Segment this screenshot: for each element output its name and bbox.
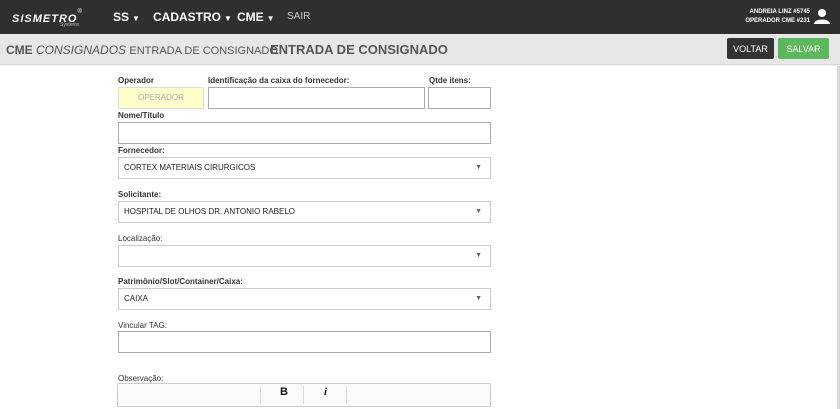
nome-titulo-input[interactable] bbox=[118, 122, 491, 144]
page-title: ENTRADA DE CONSIGNADO bbox=[270, 42, 448, 57]
sismetro-logo[interactable]: SISMETRO® Systems bbox=[12, 9, 82, 28]
patrimonio-label: Patrimônio/Slot/Container/Caixa: bbox=[118, 277, 243, 286]
bold-button[interactable]: B bbox=[280, 386, 288, 398]
nav-menu-cadastro[interactable]: CADASTRO ▼ bbox=[153, 10, 232, 24]
localizacao-label: Localização: bbox=[118, 234, 163, 243]
solicitante-selected-value: HOSPITAL DE OLHOS DR. ANTONIO RABELO bbox=[124, 207, 296, 216]
operador-label: Operador bbox=[118, 76, 155, 85]
caixa-fornecedor-input[interactable] bbox=[208, 87, 425, 109]
user-info[interactable]: ANDREIA LINZ #5745 OPERADOR CME #231 bbox=[745, 8, 810, 26]
italic-button[interactable]: i bbox=[324, 386, 327, 398]
fornecedor-label: Fornecedor: bbox=[118, 146, 165, 155]
dropdown-arrow-icon: ▼ bbox=[475, 295, 482, 302]
nome-titulo-label: Nome/Título bbox=[118, 111, 165, 120]
patrimonio-select[interactable]: CAIXA ▼ bbox=[118, 288, 491, 310]
breadcrumb-current-page: ENTRADA DE CONSIGNADO bbox=[129, 45, 278, 57]
logo-subtitle: Systems bbox=[60, 22, 80, 28]
top-navbar: SISMETRO® Systems SS ▼ CADASTRO ▼ CME ▼ SAI… bbox=[0, 0, 840, 34]
voltar-button[interactable]: VOLTAR bbox=[727, 38, 774, 59]
chevron-down-icon: ▼ bbox=[224, 14, 232, 23]
salvar-button[interactable]: SALVAR bbox=[778, 38, 829, 59]
dropdown-arrow-icon: ▼ bbox=[475, 208, 482, 215]
caixa-fornecedor-label: Identificação da caixa do fornecedor: bbox=[208, 76, 350, 85]
chevron-down-icon: ▼ bbox=[132, 14, 140, 23]
breadcrumb-consignados[interactable]: CONSIGNADOS bbox=[36, 43, 126, 57]
chevron-down-icon: ▼ bbox=[266, 14, 275, 23]
toolbar-divider bbox=[346, 386, 347, 404]
solicitante-label: Solicitante: bbox=[118, 190, 162, 199]
localizacao-select[interactable]: ▼ bbox=[118, 245, 491, 267]
fornecedor-select[interactable]: CORTEX MATERIAIS CIRURGICOS ▼ bbox=[118, 157, 491, 179]
patrimonio-selected-value: CAIXA bbox=[124, 294, 149, 303]
nav-menu-cme-label: CME bbox=[237, 10, 264, 24]
nav-menu-ss-label: SS bbox=[113, 10, 130, 24]
dropdown-arrow-icon: ▼ bbox=[475, 164, 482, 171]
breadcrumb-cme[interactable]: CME bbox=[6, 43, 33, 57]
nav-sair-link[interactable]: SAIR bbox=[287, 11, 310, 22]
qtde-itens-input[interactable] bbox=[428, 87, 491, 109]
breadcrumb: CME CONSIGNADOS ENTRADA DE CONSIGNADO bbox=[6, 43, 278, 57]
nav-menu-cadastro-label: CADASTRO bbox=[153, 10, 221, 24]
user-role: OPERADOR CME #231 bbox=[745, 18, 810, 24]
qtde-itens-label: Qtde itens: bbox=[429, 76, 471, 85]
observacao-label: Observação: bbox=[118, 374, 164, 383]
solicitante-select[interactable]: HOSPITAL DE OLHOS DR. ANTONIO RABELO ▼ bbox=[118, 201, 491, 223]
observacao-editor-toolbar: B i bbox=[117, 383, 491, 407]
user-icon[interactable] bbox=[814, 8, 830, 24]
user-name: ANDREIA LINZ #5745 bbox=[749, 9, 810, 15]
dropdown-arrow-icon: ▼ bbox=[475, 252, 482, 259]
vincular-tag-label: Vincular TAG: bbox=[118, 321, 167, 330]
fornecedor-selected-value: CORTEX MATERIAIS CIRURGICOS bbox=[124, 163, 256, 172]
vincular-tag-input[interactable] bbox=[118, 331, 491, 353]
logo-registered-mark: ® bbox=[77, 9, 82, 15]
toolbar-divider bbox=[303, 386, 304, 404]
nav-menu-ss[interactable]: SS ▼ bbox=[113, 10, 140, 24]
operador-field: OPERADOR bbox=[118, 87, 204, 109]
page-header: CME CONSIGNADOS ENTRADA DE CONSIGNADO EN… bbox=[0, 34, 840, 65]
nav-menu-cme[interactable]: CME ▼ bbox=[237, 10, 275, 24]
toolbar-divider bbox=[260, 386, 261, 404]
